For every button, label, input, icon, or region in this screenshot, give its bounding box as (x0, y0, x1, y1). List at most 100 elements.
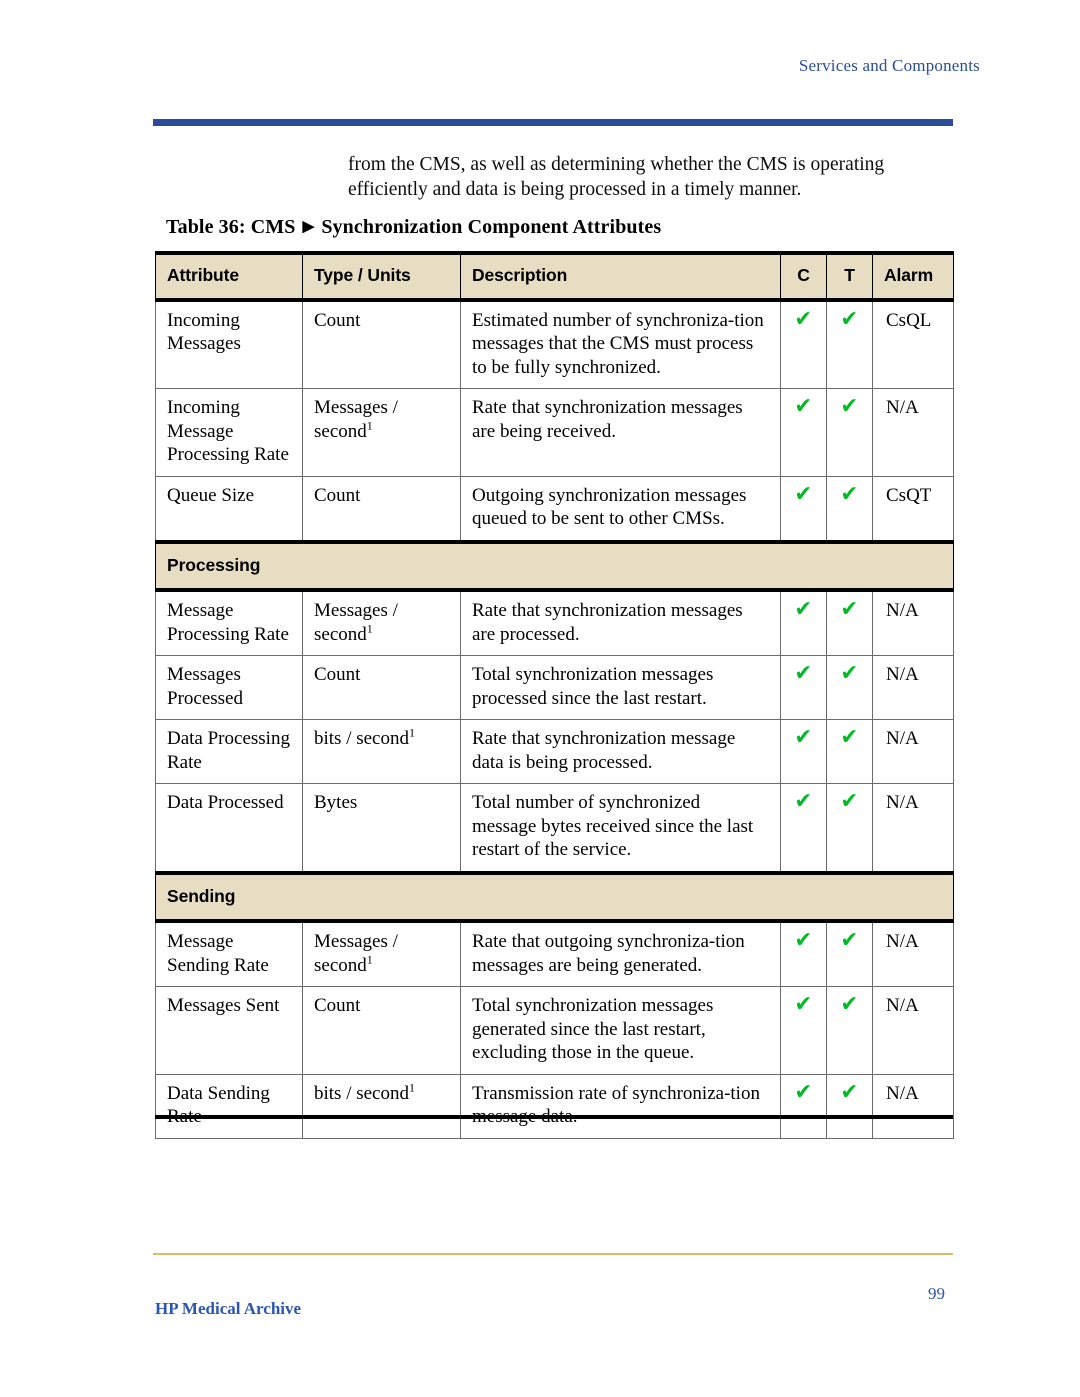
checkmark-icon: ✔ (840, 928, 859, 953)
cell-c-flag: ✔ (780, 590, 827, 656)
checkmark-icon: ✔ (794, 789, 813, 814)
table-row: Message Sending Rate Messages / second1 Ra… (155, 921, 954, 987)
table-header-row: Attribute Type / Units Description C T A… (155, 251, 954, 302)
cell-t-flag: ✔ (826, 1074, 873, 1139)
cell-type-units: bits / second1 (302, 719, 461, 784)
cell-type-units: Messages / second1 (302, 388, 461, 477)
cell-type-units: Count (302, 655, 461, 720)
cell-alarm: N/A (872, 719, 954, 784)
table-section-label: Processing (155, 539, 954, 592)
table-section-label: Sending (155, 870, 954, 923)
cell-type-units: Count (302, 476, 461, 544)
cell-attribute: Queue Size (155, 476, 303, 544)
footnote-marker: 1 (366, 418, 373, 433)
cell-description: Rate that synchronization messages are p… (460, 590, 781, 656)
footer-page-number: 99 (928, 1284, 945, 1303)
cell-t-flag: ✔ (826, 655, 873, 720)
checkmark-icon: ✔ (794, 661, 813, 686)
table-section-row: Sending (155, 870, 954, 923)
cell-type-units: Bytes (302, 783, 461, 875)
checkmark-icon: ✔ (840, 661, 859, 686)
checkmark-icon: ✔ (840, 481, 859, 507)
cell-c-flag: ✔ (780, 719, 827, 784)
cell-t-flag: ✔ (826, 590, 873, 656)
table-row: Incoming Message Processing Rate Messages… (155, 388, 954, 477)
cms-synchronization-attributes-table: Attribute Type / Units Description C T A… (155, 251, 954, 1139)
cell-alarm: CsQL (872, 299, 954, 389)
cell-type-units: Messages / second1 (302, 590, 461, 656)
table-section-row: Processing (155, 539, 954, 592)
cell-attribute: Incoming Messages (155, 299, 303, 389)
cell-alarm: N/A (872, 590, 954, 656)
cell-description: Outgoing synchronization messages queued… (460, 476, 781, 544)
cell-description: Total synchronization messages processed… (460, 655, 781, 720)
footer-product-name: HP Medical Archive (155, 1299, 302, 1318)
checkmark-icon: ✔ (794, 481, 813, 507)
cell-c-flag: ✔ (780, 986, 827, 1075)
checkmark-icon: ✔ (840, 992, 859, 1017)
running-head: Services and Components (798, 56, 980, 75)
cell-attribute: Message Sending Rate (155, 921, 303, 987)
table-row: Data Processed Bytes Total number of synch… (155, 783, 954, 875)
checkmark-icon: ✔ (840, 394, 859, 419)
cell-type-units: Count (302, 986, 461, 1075)
cell-alarm: N/A (872, 783, 954, 875)
cell-description: Rate that synchronization message data i… (460, 719, 781, 784)
cell-attribute: Messages Processed (155, 655, 303, 720)
cell-attribute: Data Processed (155, 783, 303, 875)
checkmark-icon: ✔ (794, 725, 813, 750)
checkmark-icon: ✔ (840, 1079, 859, 1105)
table-row: Message Processing Rate Messages / second… (155, 590, 954, 656)
table-caption-suffix: Synchronization Component Attributes (321, 216, 662, 238)
caption-right-triangle-icon: ▶ (302, 219, 315, 235)
cell-alarm: N/A (872, 1074, 954, 1139)
checkmark-icon: ✔ (794, 928, 813, 953)
cell-t-flag: ✔ (826, 986, 873, 1075)
cell-type-units: bits / second1 (302, 1074, 461, 1139)
cell-t-flag: ✔ (826, 299, 873, 389)
cell-c-flag: ✔ (780, 921, 827, 987)
header-divider-rule (153, 119, 953, 126)
cell-type-units: Messages / second1 (302, 921, 461, 987)
cell-description: Total synchronization messages generated… (460, 986, 781, 1075)
table-caption-prefix: Table 36: CMS (166, 216, 296, 238)
cell-t-flag: ✔ (826, 719, 873, 784)
column-header-attribute: Attribute (155, 251, 303, 302)
cell-attribute: Data Processing Rate (155, 719, 303, 784)
checkmark-icon: ✔ (794, 597, 813, 622)
cell-t-flag: ✔ (826, 388, 873, 477)
column-header-type-units: Type / Units (302, 251, 461, 302)
cell-alarm: N/A (872, 655, 954, 720)
table-bottom-rule (155, 1115, 953, 1119)
cell-description: Total number of synchronized message byt… (460, 783, 781, 875)
cell-description: Estimated number of synchroniza-tion mes… (460, 299, 781, 389)
column-header-alarm: Alarm (872, 251, 954, 302)
cell-t-flag: ✔ (826, 921, 873, 987)
cell-attribute: Incoming Message Processing Rate (155, 388, 303, 477)
checkmark-icon: ✔ (794, 992, 813, 1017)
table-row: Incoming Messages Count Estimated number o… (155, 299, 954, 389)
cell-alarm: CsQT (872, 476, 954, 544)
checkmark-icon: ✔ (794, 306, 813, 332)
cell-c-flag: ✔ (780, 783, 827, 875)
body-paragraph: from the CMS, as well as determining whe… (348, 154, 885, 200)
cell-type-units: Count (302, 299, 461, 389)
cell-t-flag: ✔ (826, 783, 873, 875)
table-row: Data Processing Rate bits / second1 Rate t… (155, 719, 954, 784)
cell-alarm: N/A (872, 986, 954, 1075)
cell-c-flag: ✔ (780, 388, 827, 477)
table-caption: Table 36: CMS ▶ Synchronization Componen… (166, 216, 661, 239)
cell-description: Rate that outgoing synchroniza-tion mess… (460, 921, 781, 987)
cell-c-flag: ✔ (780, 655, 827, 720)
checkmark-icon: ✔ (840, 789, 859, 814)
cell-t-flag: ✔ (826, 476, 873, 544)
footnote-marker: 1 (366, 952, 373, 967)
column-header-t: T (826, 251, 873, 302)
cell-c-flag: ✔ (780, 476, 827, 544)
footnote-marker: 1 (409, 725, 415, 740)
footer-divider-rule (153, 1253, 953, 1255)
checkmark-icon: ✔ (840, 597, 859, 622)
table-body: Incoming Messages Count Estimated number o… (155, 299, 954, 1139)
table-row: Messages Processed Count Total synchroniza… (155, 655, 954, 720)
cell-alarm: N/A (872, 921, 954, 987)
